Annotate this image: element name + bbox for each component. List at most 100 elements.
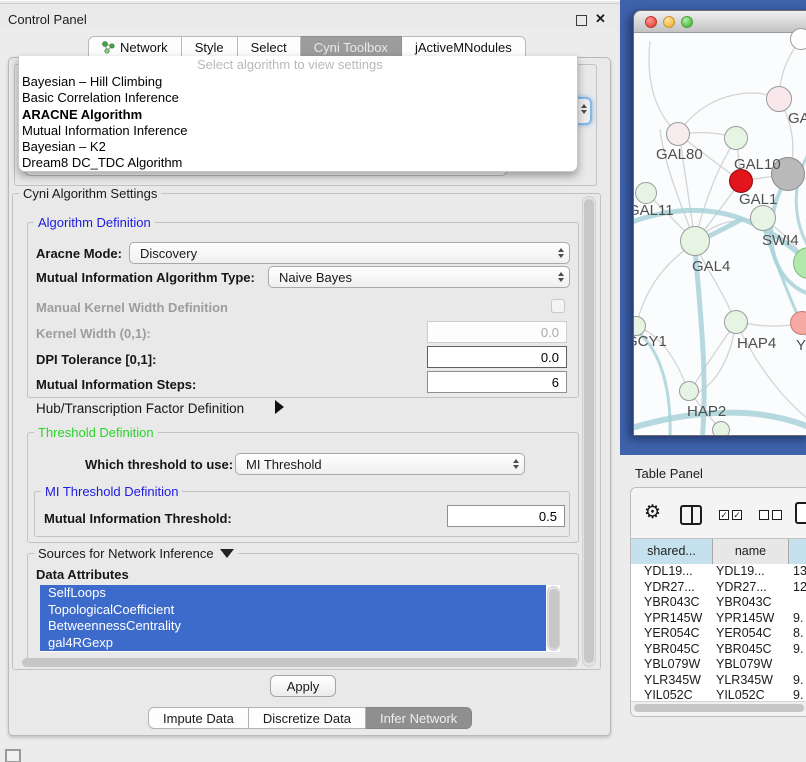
table-row[interactable]: YBR045C YBR045C 9. <box>631 642 806 658</box>
manual-kernel-checkbox[interactable] <box>551 299 565 313</box>
close-traffic-light-icon[interactable] <box>645 16 657 28</box>
close-icon[interactable]: ✕ <box>595 11 606 27</box>
cell-value[interactable]: 12 <box>793 580 806 596</box>
aracne-mode-label: Aracne Mode: <box>36 246 122 261</box>
checked-checkbox-icon[interactable]: ✓ <box>719 510 729 520</box>
cell-shared-name[interactable]: YDR27... <box>644 580 695 596</box>
tab-style[interactable]: Style <box>182 36 238 58</box>
header-cell-name[interactable]: name <box>713 539 789 564</box>
settings-vertical-scrollbar[interactable] <box>582 196 596 667</box>
tab-network[interactable]: Network <box>88 36 182 58</box>
cell-value[interactable]: 9. <box>793 642 803 658</box>
network-node[interactable] <box>790 28 806 50</box>
tab-discretize-data[interactable]: Discretize Data <box>249 707 366 729</box>
network-window[interactable]: GAL GAL80 GAL10 GAL1 GAL11 SWI4 GAL4 GCY… <box>633 10 806 436</box>
cell-name[interactable]: YLR345W <box>716 673 773 689</box>
cell-shared-name[interactable]: YLR345W <box>644 673 701 689</box>
header-cell-shared-name[interactable]: shared... <box>631 539 713 564</box>
float-window-icon[interactable] <box>576 15 587 26</box>
tab-select[interactable]: Select <box>238 36 301 58</box>
popup-item-bayesian-k2[interactable]: Bayesian – K2 <box>19 139 577 155</box>
cell-shared-name[interactable]: YBR043C <box>644 595 700 611</box>
settings-vertical-scroll-thumb[interactable] <box>584 199 594 663</box>
tab-jactivemnodules[interactable]: jActiveMNodules <box>402 36 526 58</box>
attribute-list-scroll-thumb[interactable] <box>549 589 559 649</box>
popup-item-dream8[interactable]: Dream8 DC_TDC Algorithm <box>19 155 577 171</box>
network-node-gal4[interactable] <box>680 226 710 256</box>
network-node-hap4[interactable] <box>724 310 748 334</box>
table-row[interactable]: YIL052C YIL052C 9. <box>631 688 806 701</box>
network-node-hap2[interactable] <box>679 381 699 401</box>
collapse-down-icon[interactable] <box>220 549 234 558</box>
minimize-traffic-light-icon[interactable] <box>663 16 675 28</box>
cell-name[interactable]: YDR27... <box>716 580 767 596</box>
page-icon[interactable] <box>795 502 806 524</box>
dpi-tolerance-field[interactable] <box>427 346 567 368</box>
cell-name[interactable]: YBR045C <box>716 642 772 658</box>
expand-right-icon[interactable] <box>275 400 284 414</box>
attribute-item-betweennesscentrality[interactable]: BetweennessCentrality <box>40 618 546 635</box>
kernel-width-field[interactable] <box>427 321 567 343</box>
network-node[interactable] <box>712 421 730 436</box>
network-node-gal10[interactable] <box>724 126 748 150</box>
unchecked-checkbox-icon[interactable] <box>759 510 769 520</box>
tab-infer-network[interactable]: Infer Network <box>366 707 472 729</box>
network-node[interactable] <box>766 86 792 112</box>
checked-checkbox-icon[interactable]: ✓ <box>732 510 742 520</box>
cell-name[interactable]: YDL19... <box>716 564 765 580</box>
panel-grip-icon[interactable] <box>5 749 21 762</box>
unchecked-checkbox-icon[interactable] <box>772 510 782 520</box>
cell-name[interactable]: YIL052C <box>716 688 765 701</box>
which-threshold-label: Which threshold to use: <box>85 457 233 472</box>
popup-item-aracne[interactable]: ARACNE Algorithm <box>19 107 577 123</box>
cell-value[interactable]: 9. <box>793 673 803 689</box>
cell-value[interactable]: 9. <box>793 611 803 627</box>
tab-cyni-toolbox[interactable]: Cyni Toolbox <box>301 36 402 58</box>
aracne-mode-combo[interactable]: Discovery <box>129 242 570 264</box>
cell-value[interactable]: 13 <box>793 564 806 580</box>
popup-item-bayesian-hill-climbing[interactable]: Bayesian – Hill Climbing <box>19 74 577 90</box>
table-hscrollbar-thumb[interactable] <box>634 704 804 712</box>
table-row[interactable]: YER054C YER054C 8. <box>631 626 806 642</box>
attribute-item-gal4rgexp[interactable]: gal4RGexp <box>40 635 546 652</box>
cell-shared-name[interactable]: YIL052C <box>644 688 693 701</box>
attribute-item-selfloops[interactable]: SelfLoops <box>40 585 546 602</box>
network-node-swi4[interactable] <box>750 205 776 231</box>
settings-horizontal-scroll-thumb[interactable] <box>22 658 578 667</box>
attribute-list-scrollbar[interactable] <box>547 586 560 651</box>
network-node-gal80[interactable] <box>666 122 690 146</box>
cell-name[interactable]: YER054C <box>716 626 772 642</box>
table-row[interactable]: YDL19... YDL19... 13 <box>631 564 806 580</box>
mi-steps-field[interactable] <box>427 371 567 393</box>
cell-name[interactable]: YPR145W <box>716 611 774 627</box>
cell-name[interactable]: YBR043C <box>716 595 772 611</box>
table-row[interactable]: YBL079W YBL079W <box>631 657 806 673</box>
attribute-item-topologicalcoefficient[interactable]: TopologicalCoefficient <box>40 602 546 619</box>
tab-impute-data[interactable]: Impute Data <box>148 707 249 729</box>
mi-threshold-field[interactable] <box>447 505 565 527</box>
network-window-titlebar[interactable] <box>634 11 806 33</box>
cell-shared-name[interactable]: YDL19... <box>644 564 693 580</box>
cell-value[interactable]: 8. <box>793 626 803 642</box>
network-node-gal11[interactable] <box>635 182 657 204</box>
column-layout-icon[interactable] <box>680 505 702 525</box>
cell-name[interactable]: YBL079W <box>716 657 772 673</box>
popup-item-basic-correlation[interactable]: Basic Correlation Inference <box>19 90 577 106</box>
table-row[interactable]: YBR043C YBR043C <box>631 595 806 611</box>
cell-shared-name[interactable]: YBR045C <box>644 642 700 658</box>
table-row[interactable]: YPR145W YPR145W 9. <box>631 611 806 627</box>
table-row[interactable]: YDR27... YDR27... 12 <box>631 580 806 596</box>
cell-shared-name[interactable]: YBL079W <box>644 657 700 673</box>
gear-icon[interactable]: ⚙ <box>644 501 661 524</box>
apply-button[interactable]: Apply <box>270 675 336 697</box>
table-row[interactable]: YLR345W YLR345W 9. <box>631 673 806 689</box>
mi-type-combo[interactable]: Naive Bayes <box>268 266 570 288</box>
cell-value[interactable]: 9. <box>793 688 803 701</box>
cell-shared-name[interactable]: YPR145W <box>644 611 702 627</box>
zoom-traffic-light-icon[interactable] <box>681 16 693 28</box>
which-threshold-combo[interactable]: MI Threshold <box>235 453 525 475</box>
header-cell-cut[interactable] <box>789 539 806 564</box>
table-hscrollbar-track[interactable] <box>631 701 806 712</box>
cell-shared-name[interactable]: YER054C <box>644 626 700 642</box>
popup-item-mutual-information[interactable]: Mutual Information Inference <box>19 123 577 139</box>
